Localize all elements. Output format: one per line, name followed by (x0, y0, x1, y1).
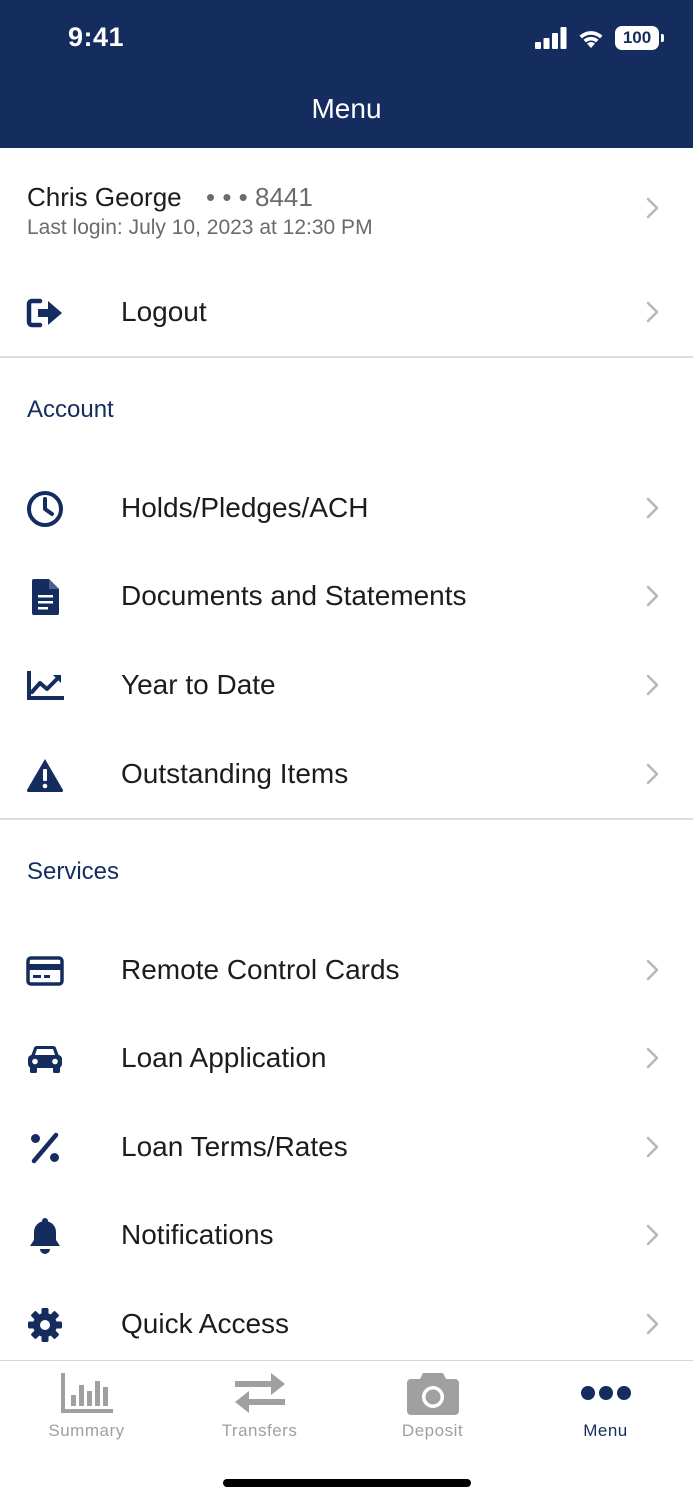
warning-icon (26, 756, 64, 794)
home-indicator[interactable] (223, 1479, 471, 1487)
bell-icon (26, 1217, 64, 1255)
arrows-transfer-icon (233, 1371, 287, 1415)
chevron-right-icon (646, 301, 659, 323)
tab-label: Menu (583, 1421, 628, 1440)
section-title-services: Services (27, 858, 120, 885)
tab-deposit[interactable]: Deposit (346, 1361, 519, 1451)
menu-item-label: Documents and Statements (121, 580, 467, 611)
document-icon (26, 578, 64, 616)
menu-item-notifications[interactable]: Notifications (0, 1191, 693, 1279)
logout-row[interactable]: Logout (0, 268, 693, 356)
chevron-right-icon (646, 1136, 659, 1158)
menu-item-remote-control-cards[interactable]: Remote Control Cards (0, 926, 693, 1014)
more-dots-icon (580, 1371, 631, 1415)
tab-summary[interactable]: Summary (0, 1361, 173, 1451)
chevron-right-icon (646, 1224, 659, 1246)
chevron-right-icon (646, 1313, 659, 1335)
gear-icon (26, 1306, 64, 1344)
menu-item-label: Remote Control Cards (121, 954, 400, 985)
status-time: 9:41 (68, 22, 125, 52)
menu-item-loan-application[interactable]: Loan Application (0, 1014, 693, 1102)
chevron-right-icon (646, 197, 659, 219)
menu-item-documents-statements[interactable]: Documents and Statements (0, 552, 693, 640)
chevron-right-icon (646, 1047, 659, 1069)
tab-label: Transfers (221, 1421, 298, 1440)
menu-item-outstanding-items[interactable]: Outstanding Items (0, 730, 693, 818)
status-icons: 100 (535, 22, 664, 54)
user-profile-row[interactable]: Chris George • • • 8441 Last login: July… (0, 148, 693, 260)
logout-label: Logout (121, 296, 207, 327)
battery-icon: 100 (615, 26, 664, 50)
menu-item-label: Loan Application (121, 1042, 327, 1073)
user-name: Chris George (27, 182, 182, 212)
divider (0, 818, 693, 820)
clock-icon (26, 490, 64, 528)
logout-icon (26, 294, 64, 332)
bar-chart-icon (60, 1371, 113, 1415)
section-title-account: Account (27, 396, 114, 423)
chevron-right-icon (646, 497, 659, 519)
account-number-masked: • • • 8441 (206, 182, 313, 212)
tab-label: Summary (48, 1421, 125, 1440)
last-login-text: Last login: July 10, 2023 at 12:30 PM (27, 216, 373, 239)
chevron-right-icon (646, 763, 659, 785)
signal-icon (535, 27, 567, 49)
divider (0, 356, 693, 358)
menu-item-label: Year to Date (121, 669, 276, 700)
page-title: Menu (311, 93, 382, 124)
camera-icon (406, 1371, 459, 1415)
chevron-right-icon (646, 674, 659, 696)
menu-item-holds-pledges-ach[interactable]: Holds/Pledges/ACH (0, 464, 693, 552)
car-icon (26, 1040, 64, 1078)
tab-menu[interactable]: Menu (519, 1361, 692, 1451)
app-header: 9:41 100 Menu (0, 0, 693, 148)
menu-item-label: Holds/Pledges/ACH (121, 492, 369, 523)
percent-icon (26, 1129, 64, 1167)
bottom-tab-bar: Summary Transfers Deposit Menu (0, 1360, 693, 1500)
menu-item-quick-access[interactable]: Quick Access (0, 1280, 693, 1360)
wifi-icon (579, 31, 603, 48)
menu-item-loan-terms-rates[interactable]: Loan Terms/Rates (0, 1103, 693, 1191)
menu-item-label: Notifications (121, 1219, 274, 1250)
chevron-right-icon (646, 959, 659, 981)
menu-item-year-to-date[interactable]: Year to Date (0, 641, 693, 729)
credit-card-icon (26, 952, 64, 990)
battery-level: 100 (622, 28, 652, 47)
chart-line-icon (26, 667, 64, 705)
tab-transfers[interactable]: Transfers (173, 1361, 346, 1451)
tab-label: Deposit (401, 1421, 464, 1440)
menu-item-label: Outstanding Items (121, 758, 349, 789)
menu-item-label: Quick Access (121, 1308, 290, 1339)
menu-item-label: Loan Terms/Rates (121, 1131, 348, 1162)
menu-content: Chris George • • • 8441 Last login: July… (0, 148, 693, 1360)
chevron-right-icon (646, 585, 659, 607)
